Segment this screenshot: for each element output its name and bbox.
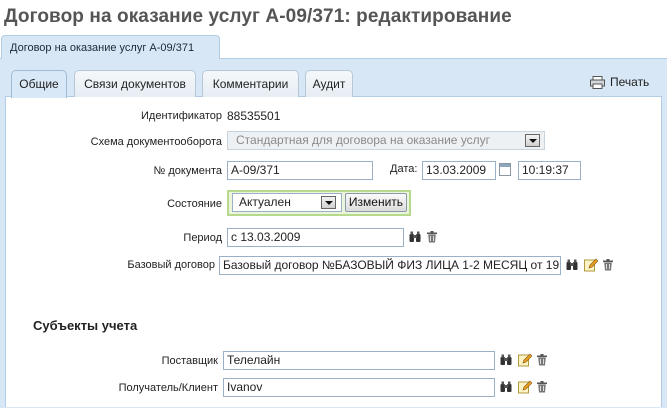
base-contract-label: Базовый договор bbox=[127, 259, 215, 271]
trash-icon[interactable] bbox=[536, 381, 548, 393]
state-value: Актуален bbox=[239, 195, 291, 209]
section-title-subjects: Субъекты учета bbox=[33, 318, 138, 333]
id-label: Идентификатор bbox=[141, 110, 222, 122]
change-state-button[interactable]: Изменить bbox=[345, 193, 407, 212]
id-value: 88535501 bbox=[227, 109, 281, 123]
trash-icon[interactable] bbox=[536, 354, 548, 366]
dropdown-arrow-icon bbox=[525, 134, 540, 147]
period-label: Период bbox=[183, 232, 222, 244]
supplier-label: Поставщик bbox=[161, 355, 218, 367]
scheme-label: Схема документооборота bbox=[90, 136, 222, 148]
edit-icon[interactable] bbox=[518, 353, 532, 367]
printer-icon bbox=[590, 75, 605, 89]
tab-audit[interactable]: Аудит bbox=[305, 70, 353, 97]
print-label: Печать bbox=[610, 75, 650, 89]
time-input[interactable]: 10:19:37 bbox=[518, 161, 581, 180]
supplier-input[interactable]: Телелайн bbox=[223, 351, 495, 370]
client-input[interactable]: Ivanov bbox=[223, 378, 495, 397]
trash-icon[interactable] bbox=[602, 259, 614, 271]
scheme-value: Стандартная для договора на оказание усл… bbox=[236, 133, 491, 147]
print-button[interactable]: Печать bbox=[590, 75, 649, 89]
client-label: Получатель/Клиент bbox=[118, 382, 218, 394]
document-tab[interactable]: Договор на оказание услуг А-09/371 bbox=[1, 35, 220, 59]
page-title: Договор на оказание услуг А-09/371: реда… bbox=[4, 6, 512, 27]
binoculars-icon[interactable] bbox=[500, 354, 512, 366]
calendar-icon[interactable] bbox=[499, 163, 511, 176]
state-dropdown-arrow-icon[interactable] bbox=[321, 196, 336, 209]
date-label: Дата: bbox=[390, 163, 418, 175]
period-input[interactable]: с 13.03.2009 bbox=[227, 228, 404, 247]
docnum-label: № документа bbox=[153, 165, 223, 177]
binoculars-icon[interactable] bbox=[409, 231, 421, 243]
tab-general[interactable]: Общие bbox=[11, 70, 67, 98]
tab-document-links[interactable]: Связи документов bbox=[74, 70, 196, 97]
date-input[interactable]: 13.03.2009 bbox=[422, 161, 496, 180]
state-label: Состояние bbox=[167, 198, 222, 210]
scheme-select: Стандартная для договора на оказание усл… bbox=[227, 131, 545, 150]
docnum-input[interactable]: А-09/371 bbox=[227, 161, 373, 180]
edit-icon[interactable] bbox=[518, 380, 532, 394]
trash-icon[interactable] bbox=[426, 231, 438, 243]
base-contract-input[interactable]: Базовый договор №БАЗОВЫЙ ФИЗ ЛИЦА 1-2 МЕ… bbox=[219, 256, 561, 275]
tab-comments[interactable]: Комментарии bbox=[202, 70, 299, 97]
edit-icon[interactable] bbox=[584, 258, 598, 272]
binoculars-icon[interactable] bbox=[566, 259, 578, 271]
binoculars-icon[interactable] bbox=[500, 381, 512, 393]
